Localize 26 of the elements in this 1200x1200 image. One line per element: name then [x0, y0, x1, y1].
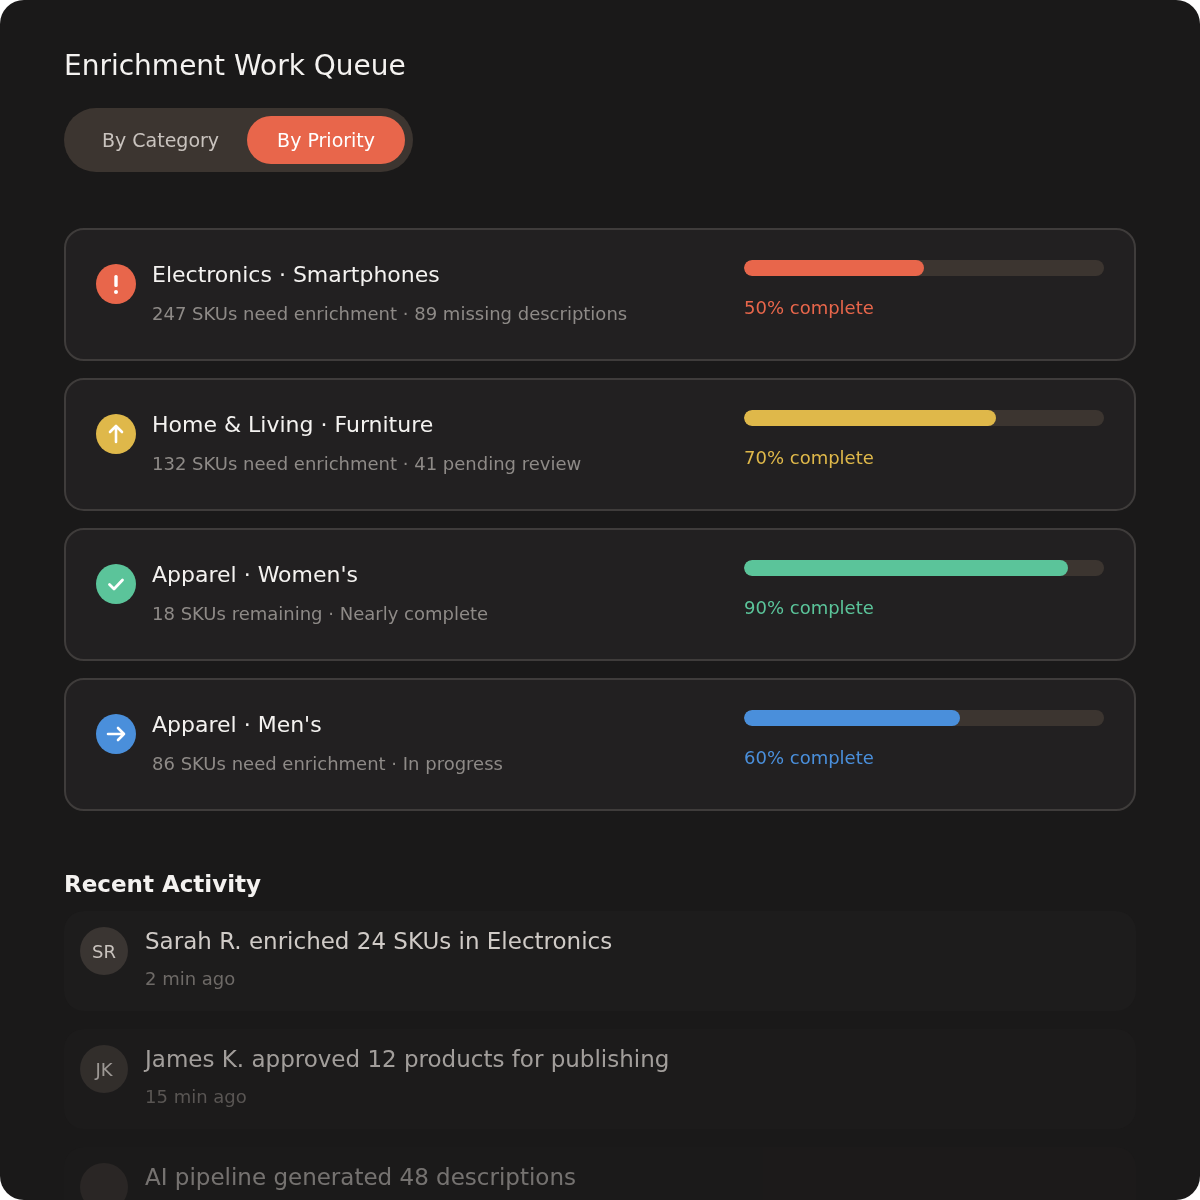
queue-card[interactable]: Apparel · Women's 18 SKUs remaining · Nearly complete 90% complete: [64, 528, 1136, 661]
view-tab[interactable]: By Category: [80, 116, 242, 164]
category-title: Apparel · Men's: [152, 711, 323, 739]
section-title: Recent Activity: [64, 870, 263, 899]
category-detail: 247 SKUs need enrichment · 89 missing descriptions: [152, 302, 628, 326]
progress-label: 90% complete: [744, 596, 875, 620]
queue-card[interactable]: Electronics · Smartphones 247 SKUs need enrichment · 89 missing descriptions 50% complete: [64, 228, 1136, 361]
category-detail: 18 SKUs remaining · Nearly complete: [152, 602, 489, 626]
queue-card[interactable]: Home & Living · Furniture 132 SKUs need enrichment · 41 pending review 70% complete: [64, 378, 1136, 511]
activity-text: Sarah R. enriched 24 SKUs in Electronics: [145, 927, 613, 955]
queue-card[interactable]: Apparel · Men's 86 SKUs need enrichment · In progress 60% complete: [64, 678, 1136, 811]
category-detail: 86 SKUs need enrichment · In progress: [152, 752, 503, 776]
activity-text: AI pipeline generated 48 descriptions: [145, 1163, 576, 1191]
avatar: JK: [80, 1045, 128, 1093]
avatar: SR: [80, 927, 128, 975]
activity-time: 2 min ago: [145, 967, 237, 991]
category-detail: 132 SKUs need enrichment · 41 pending review: [152, 452, 582, 476]
activity-time: 15 min ago: [145, 1085, 248, 1109]
category-title: Apparel · Women's: [152, 561, 359, 589]
page-title: Enrichment Work Queue: [64, 48, 407, 84]
progress-label: 60% complete: [744, 746, 875, 770]
progress-label: 70% complete: [744, 446, 875, 470]
activity-text: James K. approved 12 products for publishing: [145, 1045, 670, 1073]
category-title: Electronics · Smartphones: [152, 261, 441, 289]
progress-label: 50% complete: [744, 296, 875, 320]
category-title: Home & Living · Furniture: [152, 411, 435, 439]
